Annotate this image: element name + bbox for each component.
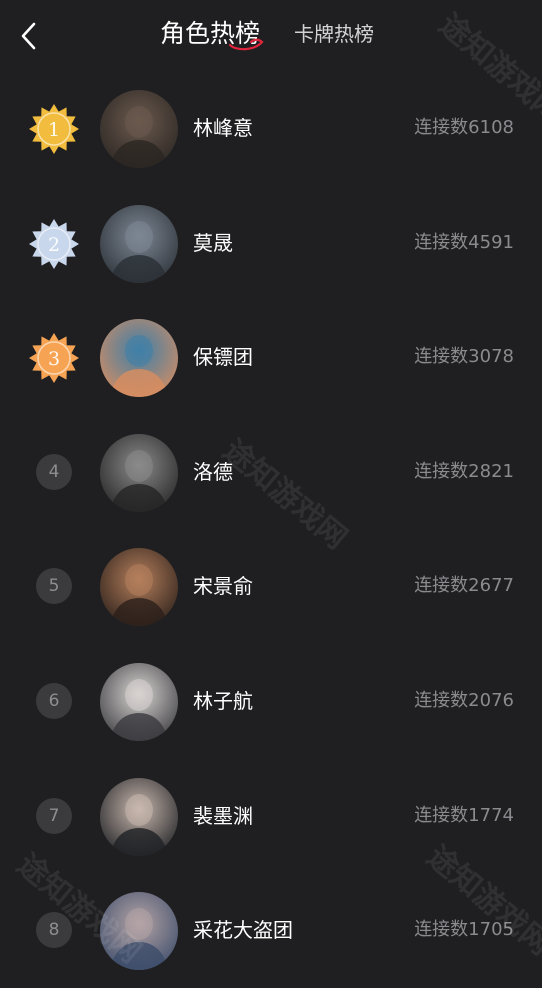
avatar[interactable]	[100, 433, 178, 512]
rank-number: 4	[36, 453, 72, 490]
connection-count: 连接数4591	[414, 231, 514, 253]
rank-number: 1	[48, 119, 60, 141]
list-item[interactable]: 8 采花大盗团 连接数1705	[0, 873, 542, 988]
rank-number: 2	[48, 234, 60, 256]
rank-number: 8	[36, 912, 72, 949]
back-button[interactable]	[14, 18, 44, 54]
gold-medal-icon: 1	[28, 103, 80, 155]
list-item[interactable]: 7 裴墨渊 连接数1774	[0, 759, 542, 874]
connection-count: 连接数1705	[414, 919, 514, 941]
avatar[interactable]	[100, 204, 178, 283]
character-name: 保镖团	[193, 345, 253, 370]
list-item[interactable]: 3 保镖团 连接数3078	[0, 300, 542, 415]
character-name: 林子航	[193, 688, 253, 713]
bronze-medal-icon: 3	[28, 332, 80, 384]
rank-number: 5	[36, 568, 72, 605]
character-name: 莫晟	[193, 230, 233, 255]
list-item[interactable]: 6 林子航 连接数2076	[0, 644, 542, 759]
list-item[interactable]: 5 宋景俞 连接数2677	[0, 529, 542, 644]
character-name: 林峰意	[193, 116, 253, 140]
list-item[interactable]: 2 莫晟 连接数4591	[0, 186, 542, 301]
connection-count: 连接数2677	[414, 575, 514, 597]
avatar[interactable]	[100, 662, 178, 741]
connection-count: 连接数6108	[414, 117, 514, 138]
avatar[interactable]	[100, 892, 178, 971]
character-name: 采花大盗团	[193, 918, 293, 943]
connection-count: 连接数2076	[414, 689, 514, 711]
connection-count: 连接数3078	[414, 346, 514, 368]
character-name: 洛德	[193, 459, 233, 484]
avatar[interactable]	[100, 319, 178, 398]
list-item[interactable]: 4 洛德 连接数2821	[0, 415, 542, 530]
rank-number: 7	[36, 797, 72, 834]
list-item[interactable]: 1 林峰意 连接数6108	[0, 71, 542, 186]
connection-count: 连接数1774	[414, 804, 514, 826]
header: 角色热榜 卡牌热榜	[0, 0, 542, 72]
connection-count: 连接数2821	[414, 460, 514, 482]
rank-number: 3	[48, 348, 60, 370]
tab-active-indicator-icon	[228, 38, 264, 51]
rank-number: 6	[36, 682, 72, 719]
chevron-left-icon	[21, 22, 36, 50]
tab-card-ranking[interactable]: 卡牌热榜	[294, 17, 374, 51]
ranking-list: 1 林峰意 连接数6108 2 莫晟 连接数4591 3 保镖团 连接数3078 4 洛德 连接数28…	[0, 71, 542, 988]
avatar[interactable]	[100, 548, 178, 627]
character-name: 宋景俞	[193, 574, 253, 599]
silver-medal-icon: 2	[28, 218, 80, 270]
character-name: 裴墨渊	[193, 803, 253, 828]
avatar[interactable]	[100, 777, 178, 856]
avatar[interactable]	[100, 90, 178, 168]
